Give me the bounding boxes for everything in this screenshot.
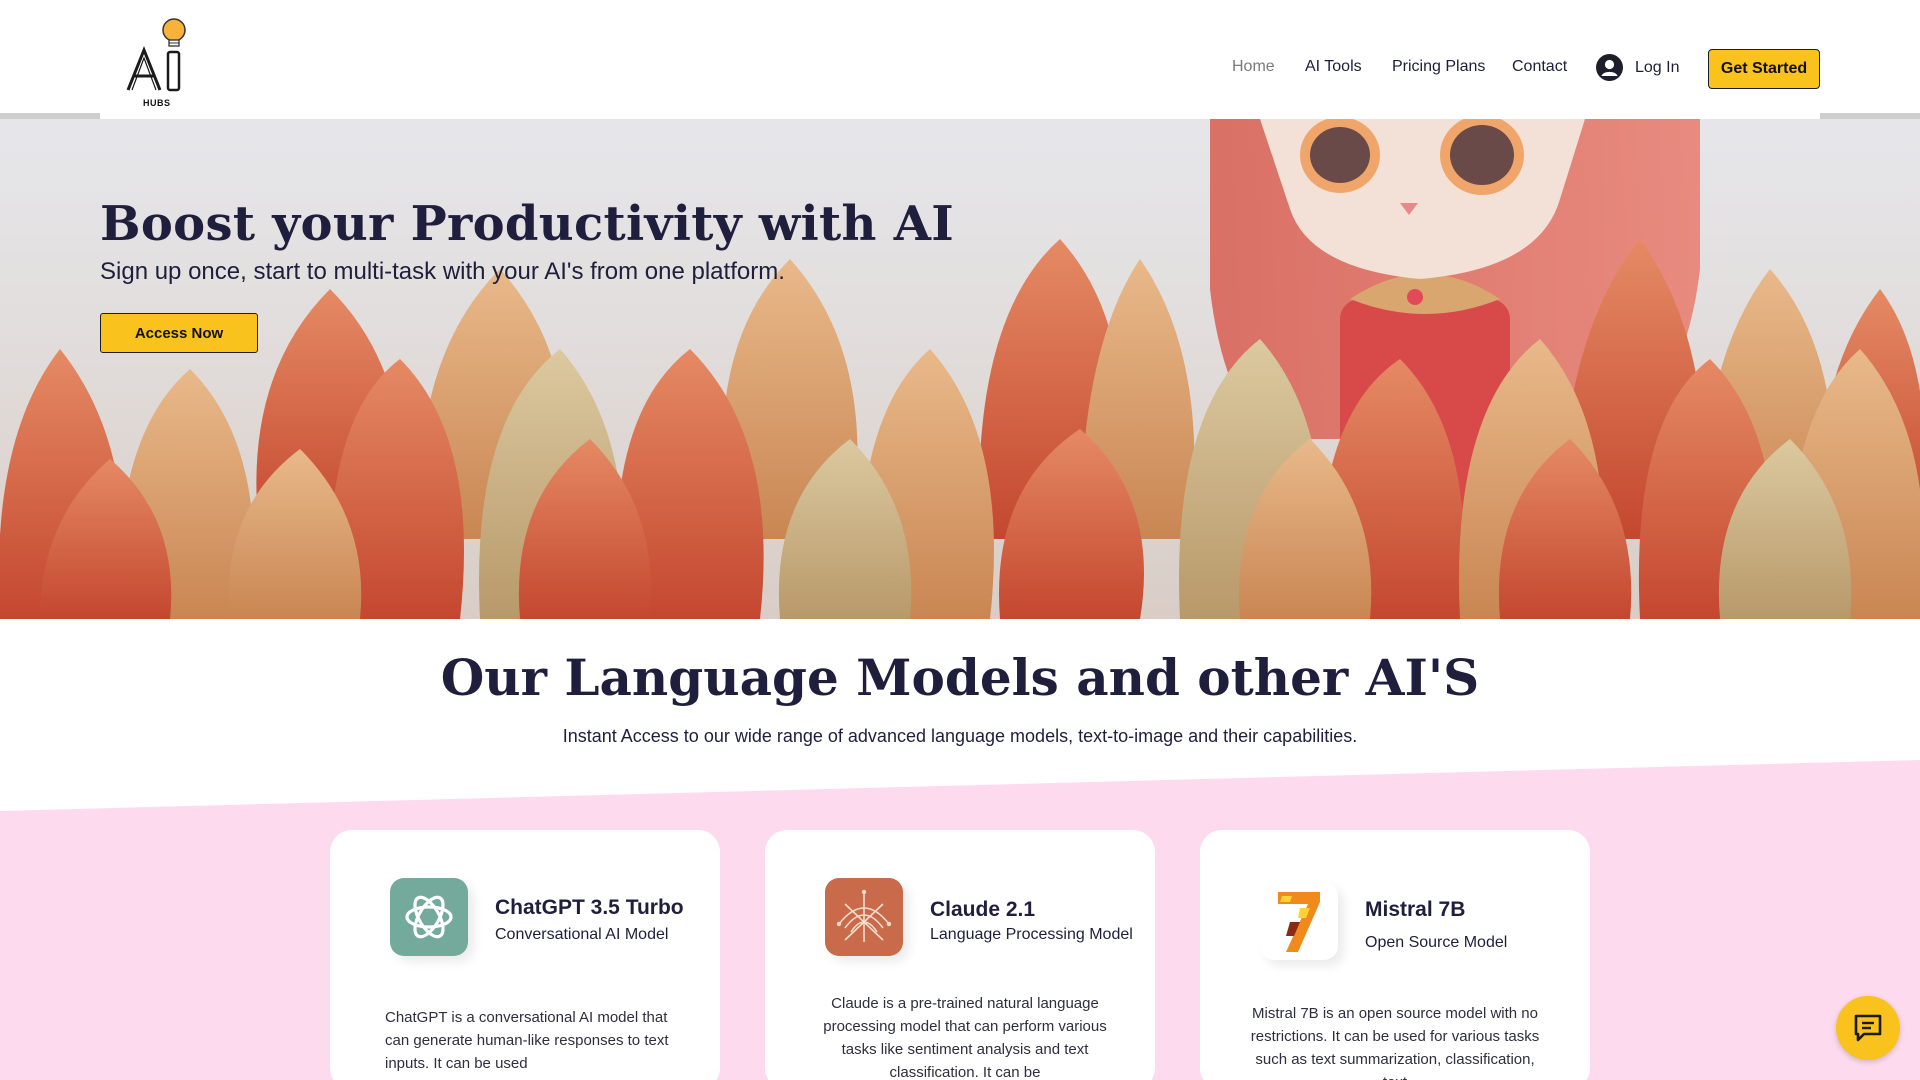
hero-title: Boost your Productivity with AI — [100, 196, 955, 252]
nav-pricing-plans[interactable]: Pricing Plans — [1392, 58, 1485, 76]
model-card-name: Mistral 7B — [1365, 898, 1466, 921]
hero-illustration — [0, 119, 1920, 619]
model-card-name: Claude 2.1 — [930, 898, 1036, 921]
mistral-icon — [1260, 882, 1338, 960]
nav-contact[interactable]: Contact — [1512, 58, 1567, 76]
lightbulb-icon — [126, 18, 186, 92]
user-avatar-icon — [1596, 54, 1623, 81]
model-card-name: ChatGPT 3.5 Turbo — [495, 896, 684, 919]
nav-ai-tools[interactable]: AI Tools — [1305, 58, 1362, 76]
site-header: HUBS Home AI Tools Pricing Plans Contact… — [0, 0, 1920, 119]
header-divider-left — [0, 113, 100, 119]
chat-widget-button[interactable] — [1836, 996, 1900, 1060]
hero-banner: Boost your Productivity with AI Sign up … — [0, 119, 1920, 619]
model-card-type: Language Processing Model — [930, 926, 1133, 943]
site-logo[interactable] — [122, 12, 194, 112]
login-link[interactable]: Log In — [1596, 54, 1679, 81]
models-section-title: Our Language Models and other AI'S — [440, 648, 1480, 707]
claude-icon — [825, 878, 903, 956]
model-card-claude[interactable]: Claude 2.1 Language Processing Model Cla… — [765, 830, 1155, 1080]
logo-subtitle: HUBS — [143, 98, 171, 108]
header-divider-right — [1820, 113, 1920, 119]
model-card-type: Conversational AI Model — [495, 926, 669, 943]
model-card-description: Claude is a pre-trained natural language… — [823, 995, 1107, 1080]
model-card-type: Open Source Model — [1365, 934, 1508, 951]
model-card-description: ChatGPT is a conversational AI model tha… — [385, 1009, 669, 1072]
access-now-button[interactable]: Access Now — [100, 313, 258, 353]
hero-subtitle: Sign up once, start to multi-task with y… — [100, 258, 785, 285]
openai-icon — [390, 878, 468, 956]
login-label: Log In — [1635, 58, 1680, 76]
nav-home[interactable]: Home — [1232, 58, 1275, 76]
get-started-button[interactable]: Get Started — [1708, 49, 1820, 89]
model-card-chatgpt[interactable]: ChatGPT 3.5 Turbo Conversational AI Mode… — [330, 830, 720, 1080]
model-card-description: Mistral 7B is an open source model with … — [1250, 1005, 1540, 1080]
model-card-mistral[interactable]: Mistral 7B Open Source Model Mistral 7B … — [1200, 830, 1590, 1080]
models-section-subtitle: Instant Access to our wide range of adva… — [562, 726, 1358, 746]
chat-bubble-icon — [1854, 1014, 1882, 1042]
